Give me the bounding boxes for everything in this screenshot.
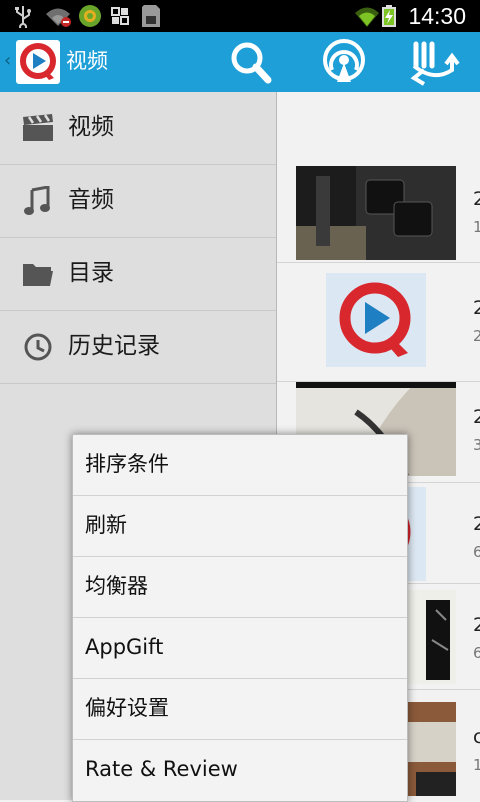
video-thumbnail xyxy=(326,273,426,367)
broadcast-icon[interactable] xyxy=(314,36,374,90)
menu-item-refresh[interactable]: 刷新 xyxy=(73,496,407,557)
clock-icon xyxy=(24,333,52,361)
music-note-icon xyxy=(24,186,50,215)
sort-icon[interactable] xyxy=(404,36,464,90)
menu-item-label: 刷新 xyxy=(85,513,127,537)
back-caret-icon[interactable]: ‹ xyxy=(4,50,11,71)
overflow-menu: 排序条件 刷新 均衡器 AppGift 偏好设置 Rate & Review xyxy=(72,434,408,802)
search-icon[interactable] xyxy=(222,36,282,90)
battery-charging-icon xyxy=(382,5,396,27)
folder-icon xyxy=(23,264,53,286)
list-item-subtitle: 2 xyxy=(473,327,480,345)
app-logo-icon[interactable] xyxy=(16,40,60,84)
list-item-subtitle: 1 xyxy=(473,756,480,774)
menu-item-equalizer[interactable]: 均衡器 xyxy=(73,557,407,618)
list-item-subtitle: 3 xyxy=(473,436,480,454)
drawer-item-label: 目录 xyxy=(68,260,114,286)
drawer-item-audio[interactable]: 音频 xyxy=(0,165,276,238)
list-item-title: 2 xyxy=(473,614,480,636)
list-item[interactable]: 2 2 xyxy=(277,263,480,382)
wifi-signal-icon xyxy=(355,7,379,27)
list-item-title: 2 xyxy=(473,406,480,428)
menu-item-preferences[interactable]: 偏好设置 xyxy=(73,679,407,740)
menu-item-rate-review[interactable]: Rate & Review xyxy=(73,740,407,800)
sd-card-icon xyxy=(142,5,160,27)
apps-grid-icon xyxy=(111,7,129,25)
menu-item-label: Rate & Review xyxy=(85,757,238,781)
drawer-item-history[interactable]: 历史记录 xyxy=(0,311,276,384)
list-item-subtitle: 6 xyxy=(473,644,480,662)
list-item-title: 2 xyxy=(473,188,480,210)
drawer-item-directory[interactable]: 目录 xyxy=(0,238,276,311)
action-bar: ‹ 视频 xyxy=(0,32,480,92)
menu-item-label: 排序条件 xyxy=(85,452,169,476)
usb-icon xyxy=(15,6,31,28)
drawer-item-label: 视频 xyxy=(68,114,114,140)
list-item-subtitle: 6 xyxy=(473,543,480,561)
menu-item-sort-by[interactable]: 排序条件 xyxy=(73,435,407,496)
list-item-title: c xyxy=(473,726,480,748)
list-item-subtitle: 1 xyxy=(473,218,480,236)
drawer-item-video[interactable]: 视频 xyxy=(0,92,276,165)
clock-text: 14:30 xyxy=(408,3,466,29)
menu-item-label: 偏好设置 xyxy=(85,696,169,720)
menu-item-label: AppGift xyxy=(85,635,164,659)
menu-item-appgift[interactable]: AppGift xyxy=(73,618,407,679)
drawer-item-label: 音频 xyxy=(68,187,114,213)
status-bar: 14:30 xyxy=(0,0,480,32)
green-circle-app-icon xyxy=(79,5,101,27)
list-item[interactable]: 2 1 xyxy=(277,162,480,263)
menu-item-label: 均衡器 xyxy=(85,574,148,598)
video-thumbnail xyxy=(296,166,456,260)
list-item-title: 2 xyxy=(473,297,480,319)
list-item-title: 2 xyxy=(473,513,480,535)
app-title: 视频 xyxy=(66,49,108,73)
wifi-alert-icon xyxy=(46,8,71,27)
clapperboard-icon xyxy=(23,114,53,141)
drawer-item-label: 历史记录 xyxy=(68,333,160,359)
